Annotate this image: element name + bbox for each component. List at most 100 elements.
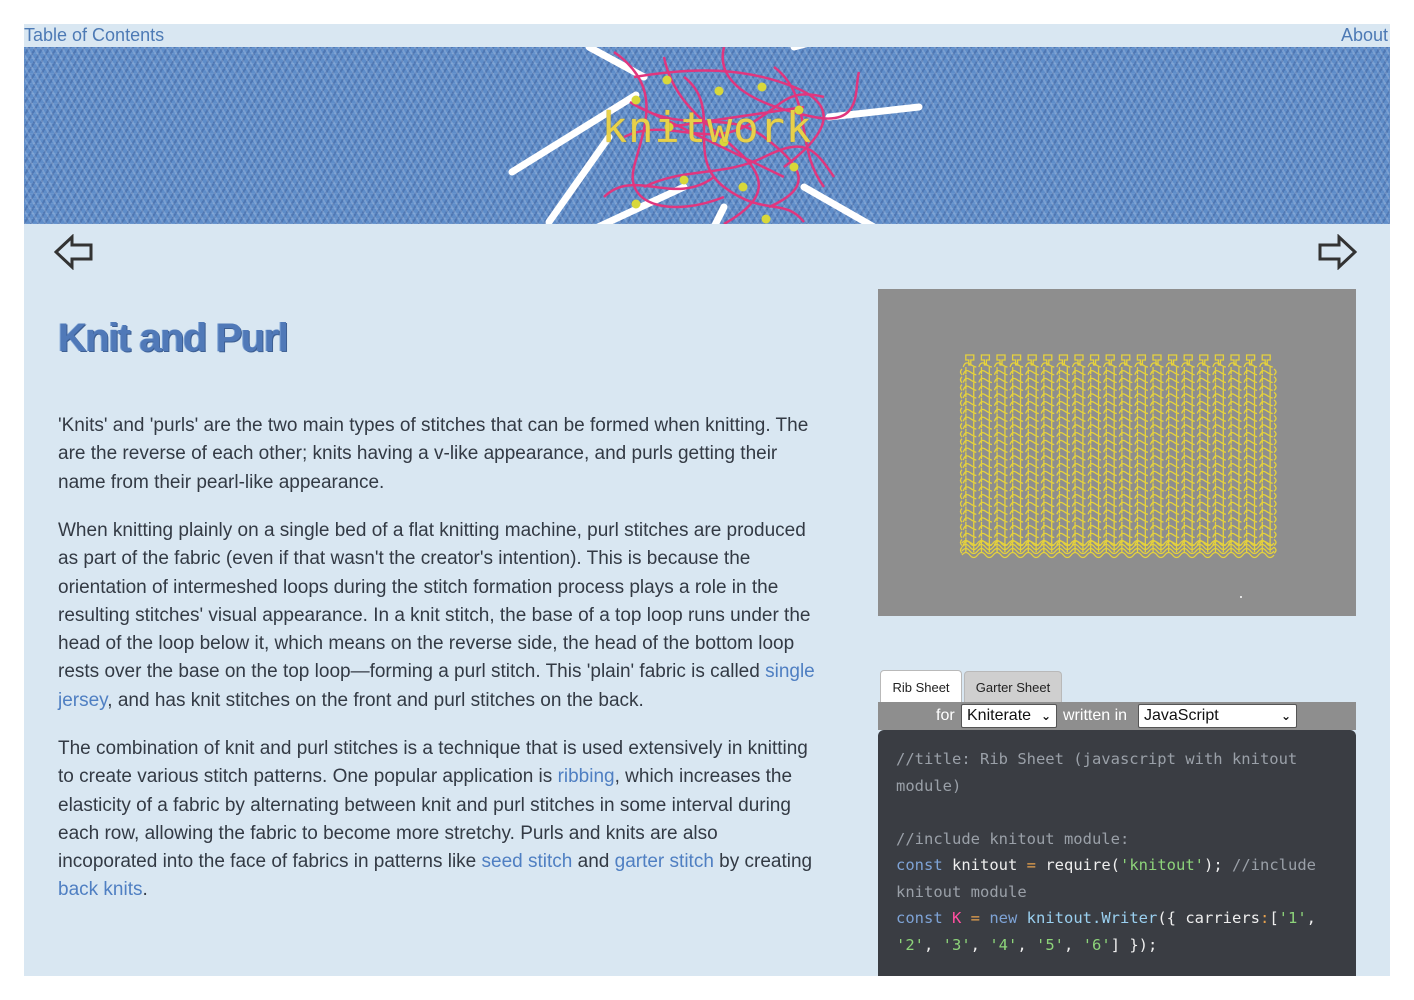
right-arrow-icon xyxy=(1318,233,1358,271)
code-punctuation: ] }); xyxy=(1110,935,1158,954)
knit-visualization[interactable] xyxy=(878,289,1356,616)
code-string: '5' xyxy=(1036,935,1065,954)
edge-loop xyxy=(1273,407,1277,415)
edge-loop xyxy=(1273,430,1277,438)
site-title[interactable]: knitwork xyxy=(24,103,1390,152)
edge-loop xyxy=(959,407,963,415)
machine-select-value: Kniterate xyxy=(967,707,1032,724)
edge-loop xyxy=(1273,492,1277,500)
code-string: '1' xyxy=(1278,909,1307,927)
garter-stitch-link[interactable]: garter stitch xyxy=(615,851,714,872)
back-knits-link[interactable]: back knits xyxy=(58,879,142,900)
edge-loop xyxy=(1273,383,1277,392)
seed-stitch-link[interactable]: seed stitch xyxy=(482,851,573,872)
paragraph-single-jersey: When knitting plainly on a single bed of… xyxy=(58,520,815,711)
code-function: require( xyxy=(1036,856,1121,874)
edge-loop xyxy=(959,523,963,531)
edge-loop xyxy=(1273,546,1277,554)
edge-loop xyxy=(1273,368,1277,376)
written-in-label: written in xyxy=(1063,707,1128,724)
edge-loop xyxy=(1273,461,1277,469)
edge-loop xyxy=(1273,476,1277,485)
code-punctuation: , xyxy=(1017,935,1037,954)
machine-select[interactable]: Kniterate ⌄ xyxy=(961,704,1057,728)
language-select[interactable]: JavaScript ⌄ xyxy=(1138,704,1297,728)
edge-loop xyxy=(1273,391,1277,399)
chevron-down-icon: ⌄ xyxy=(1040,709,1051,723)
edge-loop xyxy=(959,391,963,399)
edge-loop xyxy=(959,484,963,492)
edge-loop xyxy=(1273,422,1277,430)
edge-loop xyxy=(1273,438,1277,446)
edge-loop xyxy=(959,531,963,539)
code-operator: : xyxy=(1259,909,1270,927)
site-banner: knitwork xyxy=(24,47,1390,224)
table-of-contents-link[interactable]: Table of Contents xyxy=(24,24,164,47)
code-punctuation: , xyxy=(1064,935,1083,954)
code-operator: = xyxy=(970,909,981,927)
cast-on-row xyxy=(961,539,1275,547)
edge-loop xyxy=(1273,538,1277,547)
language-select-value: JavaScript xyxy=(1144,707,1219,724)
edge-loop xyxy=(959,469,963,477)
edge-loop xyxy=(1273,531,1277,539)
edge-loop xyxy=(959,376,963,384)
code-string: '4' xyxy=(989,935,1018,954)
code-punctuation: ({ carriers xyxy=(1157,909,1260,927)
tab-garter-sheet[interactable]: Garter Sheet xyxy=(964,671,1062,704)
edge-loop xyxy=(959,399,963,407)
ribbing-link[interactable]: ribbing xyxy=(558,766,615,787)
edge-loop xyxy=(959,461,963,469)
edge-loop xyxy=(959,500,963,508)
article: Knit and Purl 'Knits' and 'purls' are th… xyxy=(58,314,818,900)
edge-loop xyxy=(1273,445,1277,454)
edge-loop xyxy=(1273,523,1277,531)
code-line-include-comment: //include knitout module: xyxy=(896,829,1130,848)
edge-loop xyxy=(959,446,963,453)
edge-loop xyxy=(959,508,963,515)
code-punctuation: ); xyxy=(1204,856,1233,874)
code-keyword: const xyxy=(896,856,943,874)
paragraph-intro: 'Knits' and 'purls' are the two main typ… xyxy=(58,415,809,493)
edge-loop xyxy=(959,422,963,430)
edge-loop xyxy=(1273,399,1277,407)
for-label: for xyxy=(936,707,955,724)
edge-loop xyxy=(1273,500,1277,508)
left-arrow-icon xyxy=(53,233,93,271)
paragraph-combination: The combination of knit and purl stitche… xyxy=(58,738,813,901)
edge-loop xyxy=(1273,507,1277,516)
edge-loop xyxy=(959,477,963,484)
edge-loop xyxy=(959,415,963,422)
edge-loop xyxy=(959,492,963,500)
yarn-loops xyxy=(959,354,1277,559)
edge-loop xyxy=(959,368,963,376)
code-punctuation: , xyxy=(924,935,943,954)
code-string: '6' xyxy=(1082,935,1111,954)
edge-loop xyxy=(1273,414,1277,423)
edge-loop xyxy=(959,384,963,391)
edge-loop xyxy=(959,430,963,438)
code-options-bar: for Kniterate ⌄ written in JavaScript ⌄ xyxy=(878,702,1356,730)
rib-sheet-visualization xyxy=(959,354,1277,598)
about-link[interactable]: About xyxy=(1341,24,1388,47)
code-string: '2' xyxy=(896,935,924,954)
cast-on-row xyxy=(961,551,1275,559)
next-page-button[interactable] xyxy=(1317,233,1358,271)
code-string: 'knitout' xyxy=(1120,856,1205,874)
page: Table of Contents About knitwork Knit an… xyxy=(24,24,1390,976)
cast-on-row xyxy=(961,547,1275,555)
edge-loop xyxy=(959,453,963,461)
code-identifier: knitout xyxy=(942,856,1027,874)
code-keyword: new xyxy=(980,909,1018,927)
tab-rib-sheet[interactable]: Rib Sheet xyxy=(880,670,962,705)
edge-loop xyxy=(1273,376,1277,384)
previous-page-button[interactable] xyxy=(53,233,94,271)
edge-loop xyxy=(959,515,963,523)
page-title: Knit and Purl xyxy=(58,316,289,360)
code-punctuation: [ xyxy=(1269,909,1279,927)
chevron-down-icon: ⌄ xyxy=(1280,709,1291,723)
code-block[interactable]: //title: Rib Sheet (javascript with knit… xyxy=(878,730,1356,976)
carrier-marker xyxy=(1240,596,1242,598)
code-string: '3' xyxy=(942,935,971,954)
code-operator: = xyxy=(1026,856,1037,874)
